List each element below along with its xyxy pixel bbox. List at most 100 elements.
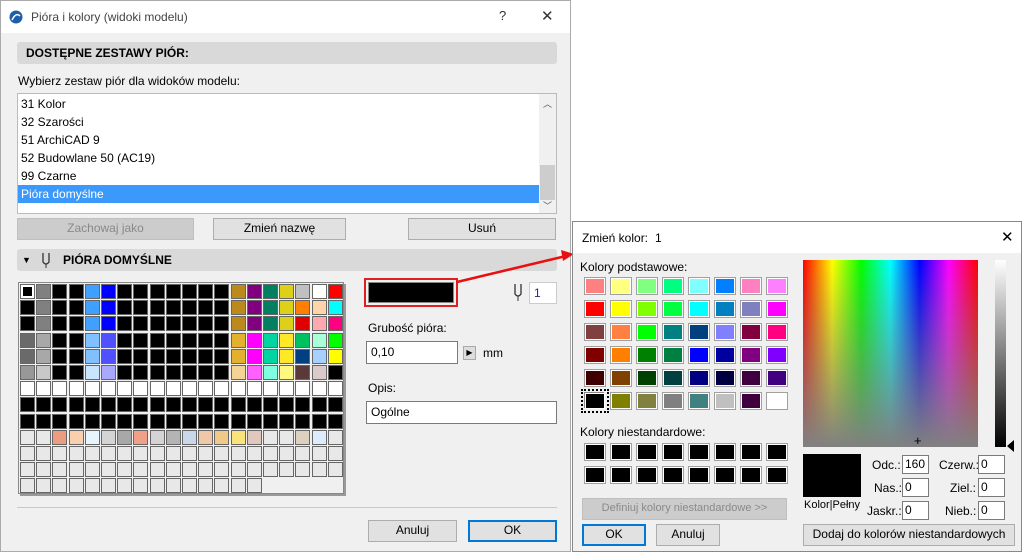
pen-cell[interactable] bbox=[246, 284, 262, 299]
pen-cell[interactable] bbox=[246, 300, 262, 316]
pen-cell[interactable] bbox=[182, 413, 197, 429]
lum-input[interactable]: 0 bbox=[902, 501, 929, 520]
pen-cell[interactable] bbox=[36, 429, 52, 445]
pen-cell[interactable] bbox=[165, 478, 181, 494]
pen-cell[interactable] bbox=[20, 316, 35, 332]
save-as-button[interactable]: Zachowaj jako bbox=[17, 218, 194, 240]
pen-cell[interactable] bbox=[327, 284, 343, 299]
pen-cell[interactable] bbox=[68, 478, 84, 494]
pen-cell[interactable] bbox=[36, 332, 52, 348]
pen-cell[interactable] bbox=[117, 429, 133, 445]
pen-cell[interactable] bbox=[295, 381, 311, 397]
pen-cell[interactable] bbox=[327, 462, 343, 478]
pen-cell[interactable] bbox=[36, 300, 52, 316]
pen-cell[interactable] bbox=[246, 446, 262, 461]
collapse-triangle-icon[interactable]: ▼ bbox=[22, 249, 31, 271]
pen-cell[interactable] bbox=[327, 300, 343, 316]
pen-cell[interactable] bbox=[52, 365, 68, 380]
basic-color-swatch[interactable] bbox=[740, 369, 762, 387]
pen-cell[interactable] bbox=[84, 300, 100, 316]
basic-color-swatch[interactable] bbox=[740, 300, 762, 318]
basic-color-swatch[interactable] bbox=[636, 392, 658, 410]
pen-cell[interactable] bbox=[84, 462, 100, 478]
pen-cell[interactable] bbox=[279, 332, 295, 348]
pen-cell[interactable] bbox=[101, 397, 116, 413]
pen-cell[interactable] bbox=[149, 462, 165, 478]
pen-cell[interactable] bbox=[133, 381, 149, 397]
basic-color-swatch[interactable] bbox=[662, 392, 684, 410]
description-input[interactable]: Ogólne bbox=[366, 401, 557, 424]
basic-color-swatch[interactable] bbox=[610, 323, 632, 341]
hue-input[interactable]: 160 bbox=[902, 455, 929, 474]
pen-cell[interactable] bbox=[20, 478, 35, 494]
pen-cell[interactable] bbox=[182, 381, 197, 397]
pen-cell[interactable] bbox=[36, 284, 52, 299]
pen-cell[interactable] bbox=[117, 316, 133, 332]
pen-cell[interactable] bbox=[36, 397, 52, 413]
pen-cell[interactable] bbox=[101, 446, 116, 461]
basic-color-swatch[interactable] bbox=[662, 346, 684, 364]
pen-cell[interactable] bbox=[214, 429, 230, 445]
pen-cell[interactable] bbox=[182, 300, 197, 316]
pen-cell[interactable] bbox=[263, 446, 278, 461]
basic-color-swatch[interactable] bbox=[766, 277, 788, 295]
pen-cell[interactable] bbox=[311, 381, 327, 397]
sat-input[interactable]: 0 bbox=[902, 478, 929, 497]
custom-color-swatch[interactable] bbox=[740, 443, 762, 461]
define-custom-colors-button[interactable]: Definiuj kolory niestandardowe >> bbox=[582, 498, 787, 520]
pen-cell[interactable] bbox=[101, 316, 116, 332]
pen-cell[interactable] bbox=[52, 300, 68, 316]
pen-cell[interactable] bbox=[246, 365, 262, 380]
pen-cell[interactable] bbox=[198, 365, 214, 380]
pen-cell[interactable] bbox=[279, 462, 295, 478]
pen-cell[interactable] bbox=[214, 413, 230, 429]
pen-cell[interactable] bbox=[311, 397, 327, 413]
pen-cell[interactable] bbox=[165, 348, 181, 364]
custom-color-swatch[interactable] bbox=[636, 466, 658, 484]
pen-cell[interactable] bbox=[230, 332, 246, 348]
basic-color-swatch[interactable] bbox=[688, 300, 710, 318]
pen-cell[interactable] bbox=[36, 365, 52, 380]
pen-cell[interactable] bbox=[117, 381, 133, 397]
pen-cell[interactable] bbox=[327, 381, 343, 397]
pen-cell[interactable] bbox=[295, 413, 311, 429]
pen-cell[interactable] bbox=[84, 429, 100, 445]
pen-grid[interactable] bbox=[18, 282, 344, 494]
custom-color-swatch[interactable] bbox=[584, 443, 606, 461]
pen-cell[interactable] bbox=[198, 300, 214, 316]
pen-sets-list[interactable]: 31 Kolor 32 Szarości 51 ArchiCAD 9 52 Budow… bbox=[17, 93, 557, 214]
basic-color-swatch[interactable] bbox=[581, 389, 609, 413]
pen-cell[interactable] bbox=[149, 300, 165, 316]
pen-set-item[interactable]: Pióra domyślne bbox=[18, 185, 540, 203]
pen-cell[interactable] bbox=[214, 478, 230, 494]
pen-cell[interactable] bbox=[279, 284, 295, 299]
custom-color-swatch[interactable] bbox=[636, 443, 658, 461]
pen-cell[interactable] bbox=[101, 462, 116, 478]
pen-cell[interactable] bbox=[214, 284, 230, 299]
pen-cell[interactable] bbox=[198, 413, 214, 429]
pen-cell[interactable] bbox=[230, 300, 246, 316]
pen-cell[interactable] bbox=[149, 316, 165, 332]
pens-header[interactable]: ▼ PIÓRA DOMYŚLNE bbox=[17, 249, 557, 271]
pen-cell[interactable] bbox=[36, 446, 52, 461]
pen-cell[interactable] bbox=[263, 332, 278, 348]
pen-cell[interactable] bbox=[68, 429, 84, 445]
basic-color-swatch[interactable] bbox=[714, 300, 736, 318]
color-cancel-button[interactable]: Anuluj bbox=[656, 524, 720, 546]
pen-cell[interactable] bbox=[246, 332, 262, 348]
pen-cell[interactable] bbox=[84, 332, 100, 348]
pen-cell[interactable] bbox=[20, 397, 35, 413]
pen-cell[interactable] bbox=[263, 300, 278, 316]
pen-cell[interactable] bbox=[68, 446, 84, 461]
pen-cell[interactable] bbox=[20, 381, 35, 397]
pen-cell[interactable] bbox=[279, 316, 295, 332]
pen-set-item[interactable]: 51 ArchiCAD 9 bbox=[18, 131, 540, 149]
pen-cell[interactable] bbox=[165, 284, 181, 299]
pen-cell[interactable] bbox=[214, 300, 230, 316]
basic-color-swatch[interactable] bbox=[610, 277, 632, 295]
pen-cell[interactable] bbox=[311, 413, 327, 429]
pen-set-item[interactable]: 52 Budowlane 50 (AC19) bbox=[18, 149, 540, 167]
basic-color-swatch[interactable] bbox=[636, 277, 658, 295]
pen-cell[interactable] bbox=[101, 365, 116, 380]
pen-cell[interactable] bbox=[246, 316, 262, 332]
